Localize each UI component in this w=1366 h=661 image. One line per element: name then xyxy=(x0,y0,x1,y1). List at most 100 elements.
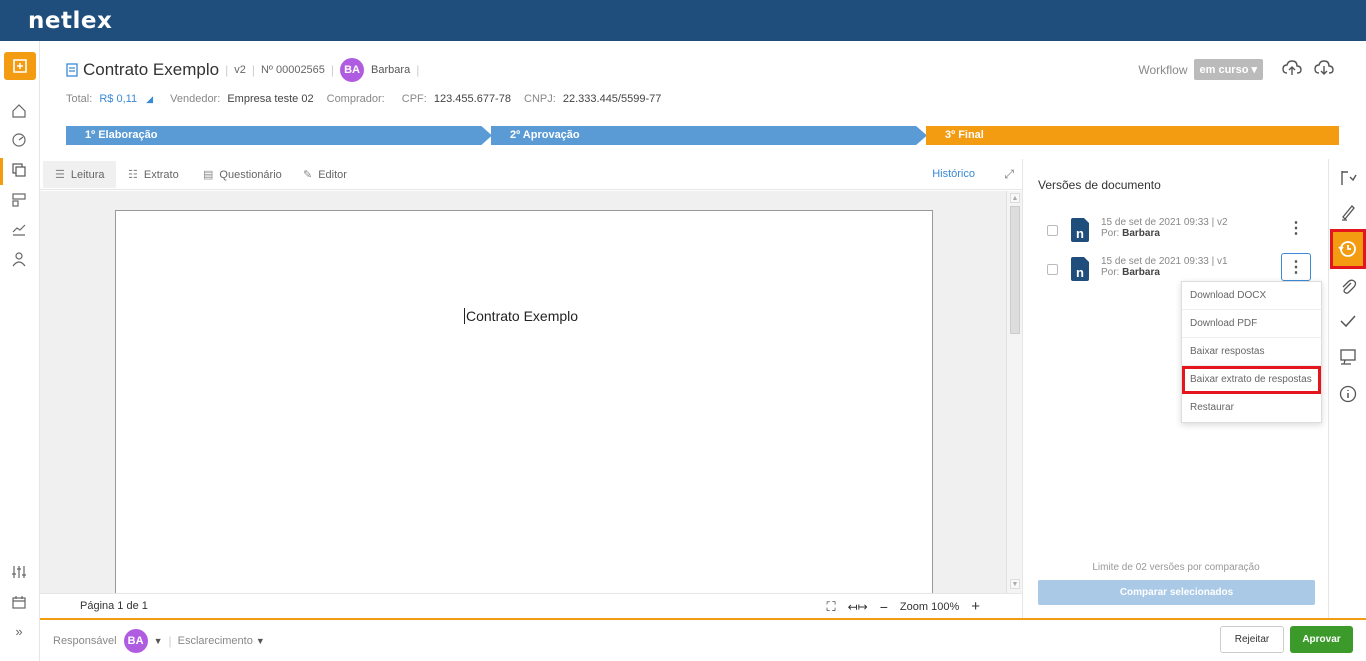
compare-limit-text: Limite de 02 versões por comparação xyxy=(1092,562,1260,573)
responsavel-label: Responsável xyxy=(53,635,117,647)
stage-final[interactable]: 3º Final xyxy=(926,126,1339,145)
lines-icon: ☰ xyxy=(55,169,65,181)
vertical-scrollbar[interactable]: ▲ ▼ xyxy=(1006,191,1022,593)
cloud-download-icon[interactable] xyxy=(1313,57,1335,79)
menu-item-download-docx[interactable]: Download DOCX xyxy=(1182,282,1321,310)
version-menu-button[interactable]: ⋮ xyxy=(1281,214,1311,242)
menu-item-restaurar[interactable]: Restaurar xyxy=(1182,394,1321,422)
workflow-status-dropdown[interactable]: em curso ▾ xyxy=(1193,59,1263,80)
user-icon[interactable] xyxy=(8,248,30,270)
stage-elaboracao[interactable]: 1º Elaboração xyxy=(66,126,492,145)
comprador-label: Comprador: xyxy=(326,93,385,105)
compare-selected-button[interactable]: Comparar selecionados xyxy=(1038,580,1315,605)
document-page[interactable]: Contrato Exemplo xyxy=(115,210,933,593)
stage-aprovacao[interactable]: 2º Aprovação xyxy=(491,126,927,145)
document-viewer[interactable]: Contrato Exemplo xyxy=(40,191,1006,593)
analytics-icon[interactable] xyxy=(8,218,30,240)
total-value[interactable]: R$ 0,11 xyxy=(99,93,137,105)
netlex-file-icon: n xyxy=(1071,218,1089,242)
cpf-value: 123.455.677-78 xyxy=(433,93,511,105)
separator: | xyxy=(251,63,255,77)
workflow-stages: 1º Elaboração 2º Aprovação 3º Final xyxy=(66,126,1339,145)
right-toolbar xyxy=(1328,159,1366,618)
chevron-down-icon[interactable]: ▼ xyxy=(154,636,163,646)
workflow-status: em curso xyxy=(1199,64,1249,76)
settings-sliders-icon[interactable] xyxy=(8,561,30,583)
tab-label: Extrato xyxy=(143,168,179,181)
documents-icon[interactable] xyxy=(8,159,30,181)
version-item[interactable]: n 15 de set de 2021 09:33 | v2 Por: Barb… xyxy=(1023,217,1329,247)
dashboard-icon[interactable] xyxy=(8,129,30,151)
edit-icon: ✎ xyxy=(303,169,313,181)
list-icon: ☷ xyxy=(128,169,138,181)
tab-label: Leitura xyxy=(70,168,105,181)
form-icon: ▤ xyxy=(203,169,214,181)
flow-icon[interactable] xyxy=(1337,167,1359,189)
calendar-icon[interactable] xyxy=(8,591,30,613)
document-meta: Total: R$ 0,11 ◢ Vendedor: Empresa teste… xyxy=(66,93,661,105)
info-icon[interactable] xyxy=(1337,383,1359,405)
fullscreen-icon[interactable]: ⤢ xyxy=(1004,167,1014,182)
new-document-button[interactable] xyxy=(4,52,36,80)
home-icon[interactable] xyxy=(8,100,30,122)
zoom-out-icon[interactable]: − xyxy=(880,599,888,615)
separator: | xyxy=(168,634,172,648)
reject-button[interactable]: Rejeitar xyxy=(1220,626,1284,653)
menu-item-download-pdf[interactable]: Download PDF xyxy=(1182,310,1321,338)
scroll-up-icon[interactable]: ▲ xyxy=(1010,193,1020,203)
document-header: Contrato Exemplo | v2 | Nº 00002565 | BA… xyxy=(40,41,1366,159)
tab-label: Editor xyxy=(318,168,347,181)
version-author: Por: Barbara xyxy=(1101,228,1160,239)
separator: | xyxy=(330,63,335,77)
active-indicator xyxy=(0,158,3,185)
tab-extrato[interactable]: ☷ Extrato xyxy=(116,161,191,188)
document-number: Nº 00002565 xyxy=(260,64,325,76)
chart-triangle-icon[interactable]: ◢ xyxy=(146,94,153,104)
page-info: Página 1 de 1 xyxy=(80,600,148,612)
signature-pen-icon[interactable] xyxy=(1337,201,1359,223)
version-checkbox[interactable] xyxy=(1047,264,1058,275)
zoom-controls: ⛶ ↤↦ − Zoom 100% + xyxy=(827,598,980,615)
zoom-in-icon[interactable]: + xyxy=(971,598,980,615)
scroll-down-icon[interactable]: ▼ xyxy=(1010,579,1020,589)
chevron-down-icon: ▼ xyxy=(255,636,265,646)
viewer-statusbar: Página 1 de 1 ⛶ ↤↦ − Zoom 100% + xyxy=(40,593,1022,618)
responsavel-avatar[interactable]: BA xyxy=(123,629,148,653)
historico-link[interactable]: Histórico xyxy=(932,168,975,180)
netlex-file-icon: n xyxy=(1071,257,1089,281)
attachment-clip-icon[interactable] xyxy=(1337,276,1359,298)
templates-icon[interactable] xyxy=(8,189,30,211)
owner-name: Barbara xyxy=(371,64,411,76)
document-title[interactable]: Contrato Exemplo xyxy=(83,60,219,80)
version-menu-button[interactable]: ⋮ xyxy=(1281,253,1311,281)
version-author: Por: Barbara xyxy=(1101,267,1160,278)
workflow-label: Workflow xyxy=(1138,62,1188,77)
history-tab-active[interactable] xyxy=(1330,229,1366,269)
approve-button[interactable]: Aprovar xyxy=(1290,626,1353,653)
comments-icon[interactable] xyxy=(1337,346,1359,368)
owner-avatar[interactable]: BA xyxy=(340,58,365,82)
tab-leitura[interactable]: ☰ Leitura xyxy=(43,161,116,188)
cloud-upload-icon[interactable] xyxy=(1281,57,1303,79)
new-document-icon xyxy=(13,59,27,73)
expand-sidebar-icon[interactable]: » xyxy=(8,620,30,642)
menu-item-baixar-respostas[interactable]: Baixar respostas xyxy=(1182,338,1321,366)
separator: | xyxy=(416,63,420,77)
esclarecimento-label: Esclarecimento xyxy=(177,635,253,647)
version-checkbox[interactable] xyxy=(1047,225,1058,236)
cpf-label: CPF: xyxy=(401,93,427,105)
scrollbar-thumb[interactable] xyxy=(1010,206,1020,334)
top-navbar: netlex xyxy=(0,0,1366,41)
history-clock-icon xyxy=(1338,241,1356,257)
fit-page-icon[interactable]: ⛶ xyxy=(827,599,836,615)
fit-width-icon[interactable]: ↤↦ xyxy=(848,600,868,614)
vendedor-label: Vendedor: xyxy=(170,93,221,105)
esclarecimento-dropdown[interactable]: Esclarecimento ▼ xyxy=(178,635,265,647)
version-date: 15 de set de 2021 09:33 | v2 xyxy=(1101,217,1228,228)
netlex-logo[interactable]: netlex xyxy=(28,8,112,34)
menu-item-baixar-extrato[interactable]: Baixar extrato de respostas xyxy=(1182,366,1321,394)
check-icon[interactable] xyxy=(1337,310,1359,332)
tab-editor[interactable]: ✎ Editor xyxy=(291,161,359,188)
tab-questionario[interactable]: ▤ Questionário xyxy=(191,161,294,188)
page-text[interactable]: Contrato Exemplo xyxy=(464,308,578,324)
